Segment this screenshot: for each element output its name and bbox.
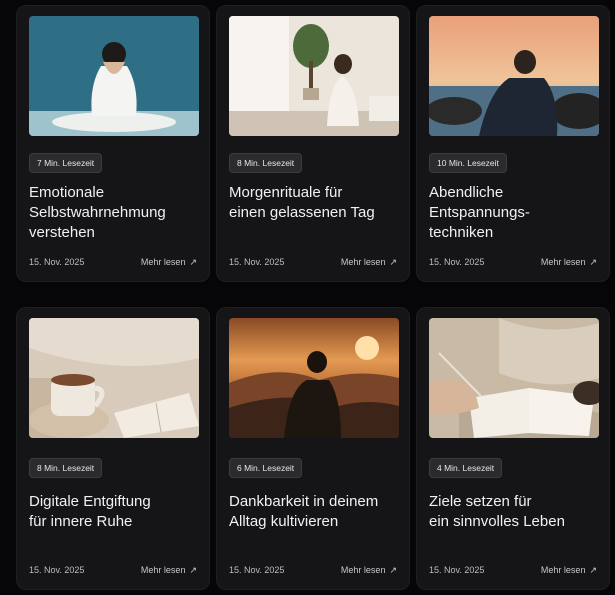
read-time-badge: 7 Min. Lesezeit bbox=[29, 153, 103, 173]
article-card[interactable]: 7 Min. Lesezeit Emotionale Selbstwahrneh… bbox=[16, 5, 210, 282]
arrow-up-right-icon: ↗ bbox=[189, 257, 197, 267]
article-card[interactable]: 8 Min. Lesezeit Digitale Entgiftung für … bbox=[16, 307, 210, 590]
article-image-journal-writing bbox=[429, 318, 599, 438]
read-more-link[interactable]: Mehr lesen ↗ bbox=[541, 565, 597, 576]
arrow-up-right-icon: ↗ bbox=[589, 565, 597, 575]
article-card[interactable]: 8 Min. Lesezeit Morgenrituale für einen … bbox=[216, 5, 410, 282]
article-image-mountain-sunset bbox=[229, 318, 399, 438]
arrow-up-right-icon: ↗ bbox=[389, 565, 397, 575]
article-card[interactable]: 4 Min. Lesezeit Ziele setzen für ein sin… bbox=[416, 307, 610, 590]
article-image-sea-sunset bbox=[429, 16, 599, 136]
publish-date: 15. Nov. 2025 bbox=[29, 257, 85, 267]
article-title[interactable]: Emotionale Selbstwahrnehmung verstehen bbox=[29, 183, 204, 243]
arrow-up-right-icon: ↗ bbox=[189, 565, 197, 575]
article-image-morning-room bbox=[229, 16, 399, 136]
read-more-link[interactable]: Mehr lesen ↗ bbox=[341, 565, 397, 576]
article-card[interactable]: 6 Min. Lesezeit Dankbarkeit in deinem Al… bbox=[216, 307, 410, 590]
article-title[interactable]: Morgenrituale für einen gelassenen Tag bbox=[229, 183, 404, 223]
article-card[interactable]: 10 Min. Lesezeit Abendliche Entspannungs… bbox=[416, 5, 610, 282]
arrow-up-right-icon: ↗ bbox=[589, 257, 597, 267]
read-more-link[interactable]: Mehr lesen ↗ bbox=[141, 257, 197, 268]
read-time-badge: 8 Min. Lesezeit bbox=[29, 458, 103, 478]
publish-date: 15. Nov. 2025 bbox=[429, 257, 485, 267]
publish-date: 15. Nov. 2025 bbox=[429, 565, 485, 575]
arrow-up-right-icon: ↗ bbox=[389, 257, 397, 267]
read-more-link[interactable]: Mehr lesen ↗ bbox=[541, 257, 597, 268]
publish-date: 15. Nov. 2025 bbox=[229, 565, 285, 575]
publish-date: 15. Nov. 2025 bbox=[229, 257, 285, 267]
read-time-badge: 8 Min. Lesezeit bbox=[229, 153, 303, 173]
read-time-badge: 10 Min. Lesezeit bbox=[429, 153, 507, 173]
read-more-label: Mehr lesen bbox=[340, 565, 386, 575]
read-more-label: Mehr lesen bbox=[540, 257, 586, 267]
read-more-label: Mehr lesen bbox=[340, 257, 386, 267]
read-more-label: Mehr lesen bbox=[140, 565, 186, 575]
read-more-label: Mehr lesen bbox=[540, 565, 586, 575]
read-more-label: Mehr lesen bbox=[140, 257, 186, 267]
article-image-coffee-book bbox=[29, 318, 199, 438]
article-title[interactable]: Abendliche Entspannungs- techniken bbox=[429, 183, 604, 243]
article-title[interactable]: Dankbarkeit in deinem Alltag kultivieren bbox=[229, 492, 404, 532]
article-title[interactable]: Ziele setzen für ein sinnvolles Leben bbox=[429, 492, 604, 532]
read-more-link[interactable]: Mehr lesen ↗ bbox=[141, 565, 197, 576]
article-title[interactable]: Digitale Entgiftung für innere Ruhe bbox=[29, 492, 204, 532]
read-time-badge: 6 Min. Lesezeit bbox=[229, 458, 303, 478]
read-time-badge: 4 Min. Lesezeit bbox=[429, 458, 503, 478]
publish-date: 15. Nov. 2025 bbox=[29, 565, 85, 575]
read-more-link[interactable]: Mehr lesen ↗ bbox=[341, 257, 397, 268]
article-image-meditation bbox=[29, 16, 199, 136]
